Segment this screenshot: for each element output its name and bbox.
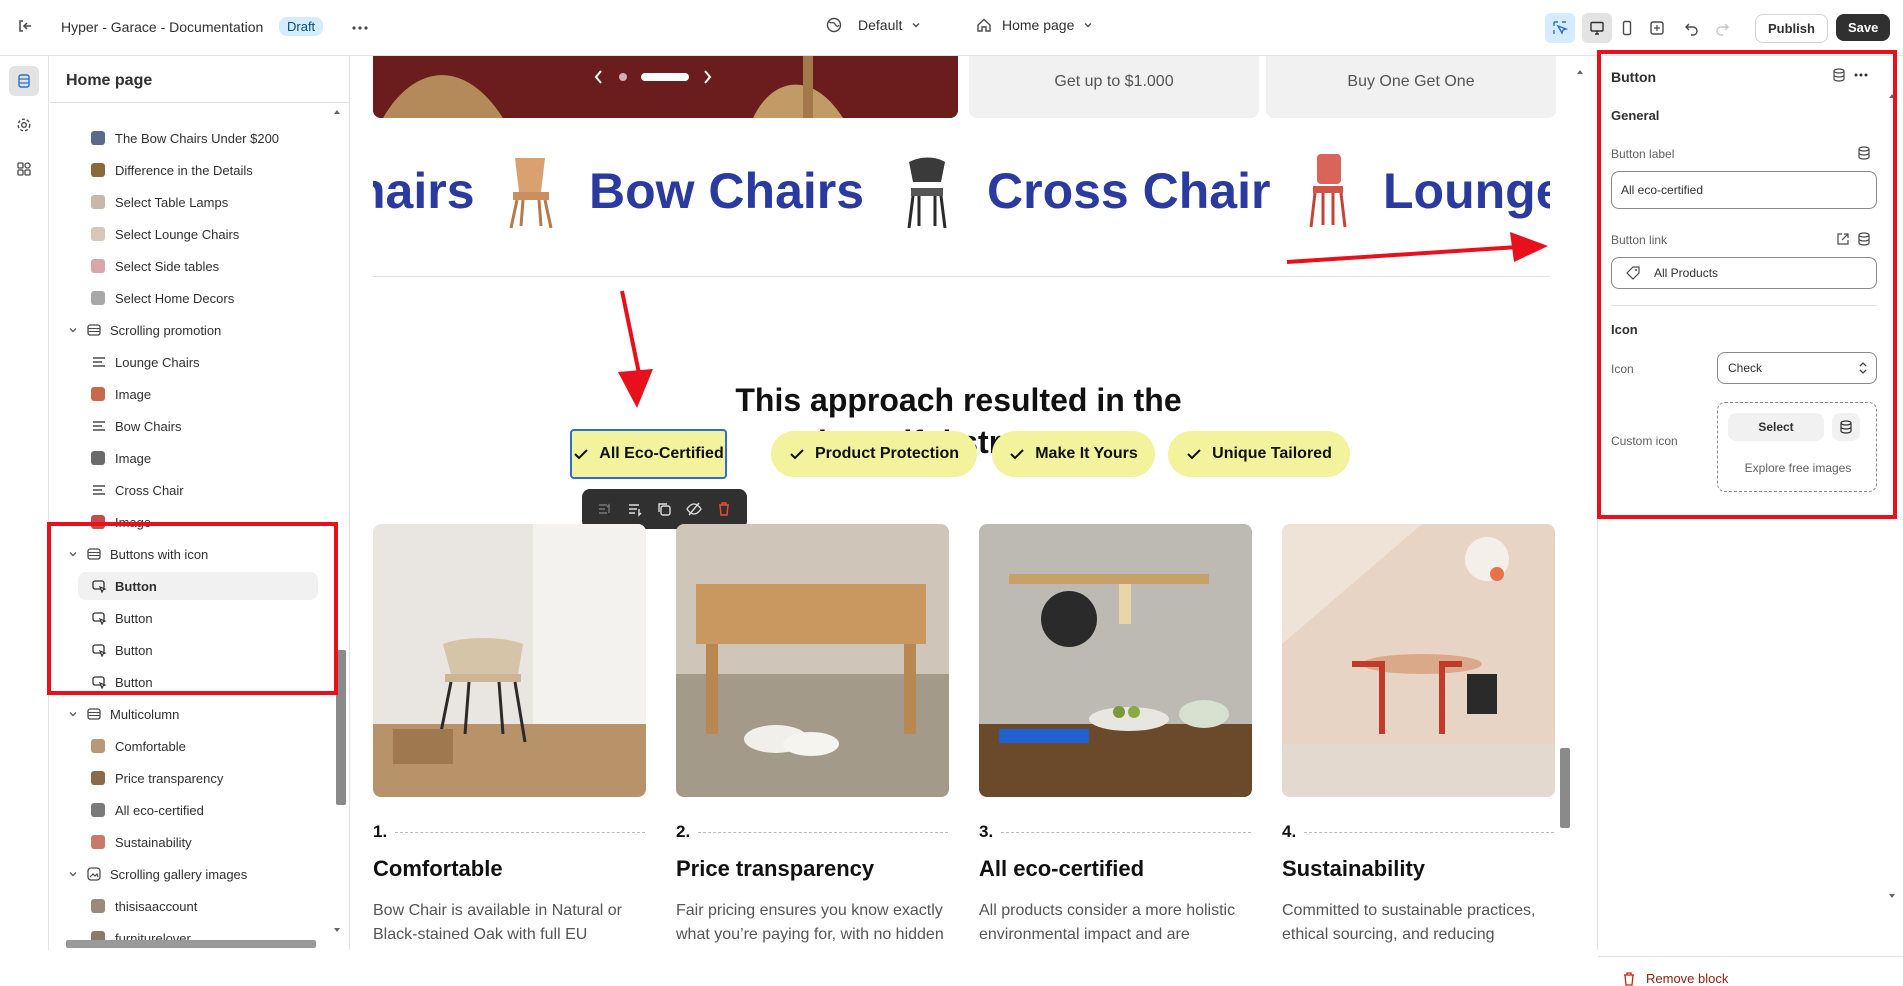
- annotation-arrows: [618, 232, 1548, 408]
- remove-block-label: Remove block: [1646, 971, 1729, 986]
- divider: [1598, 956, 1903, 957]
- remove-block-button[interactable]: Remove block: [1622, 971, 1728, 986]
- trash-icon: [1622, 971, 1636, 986]
